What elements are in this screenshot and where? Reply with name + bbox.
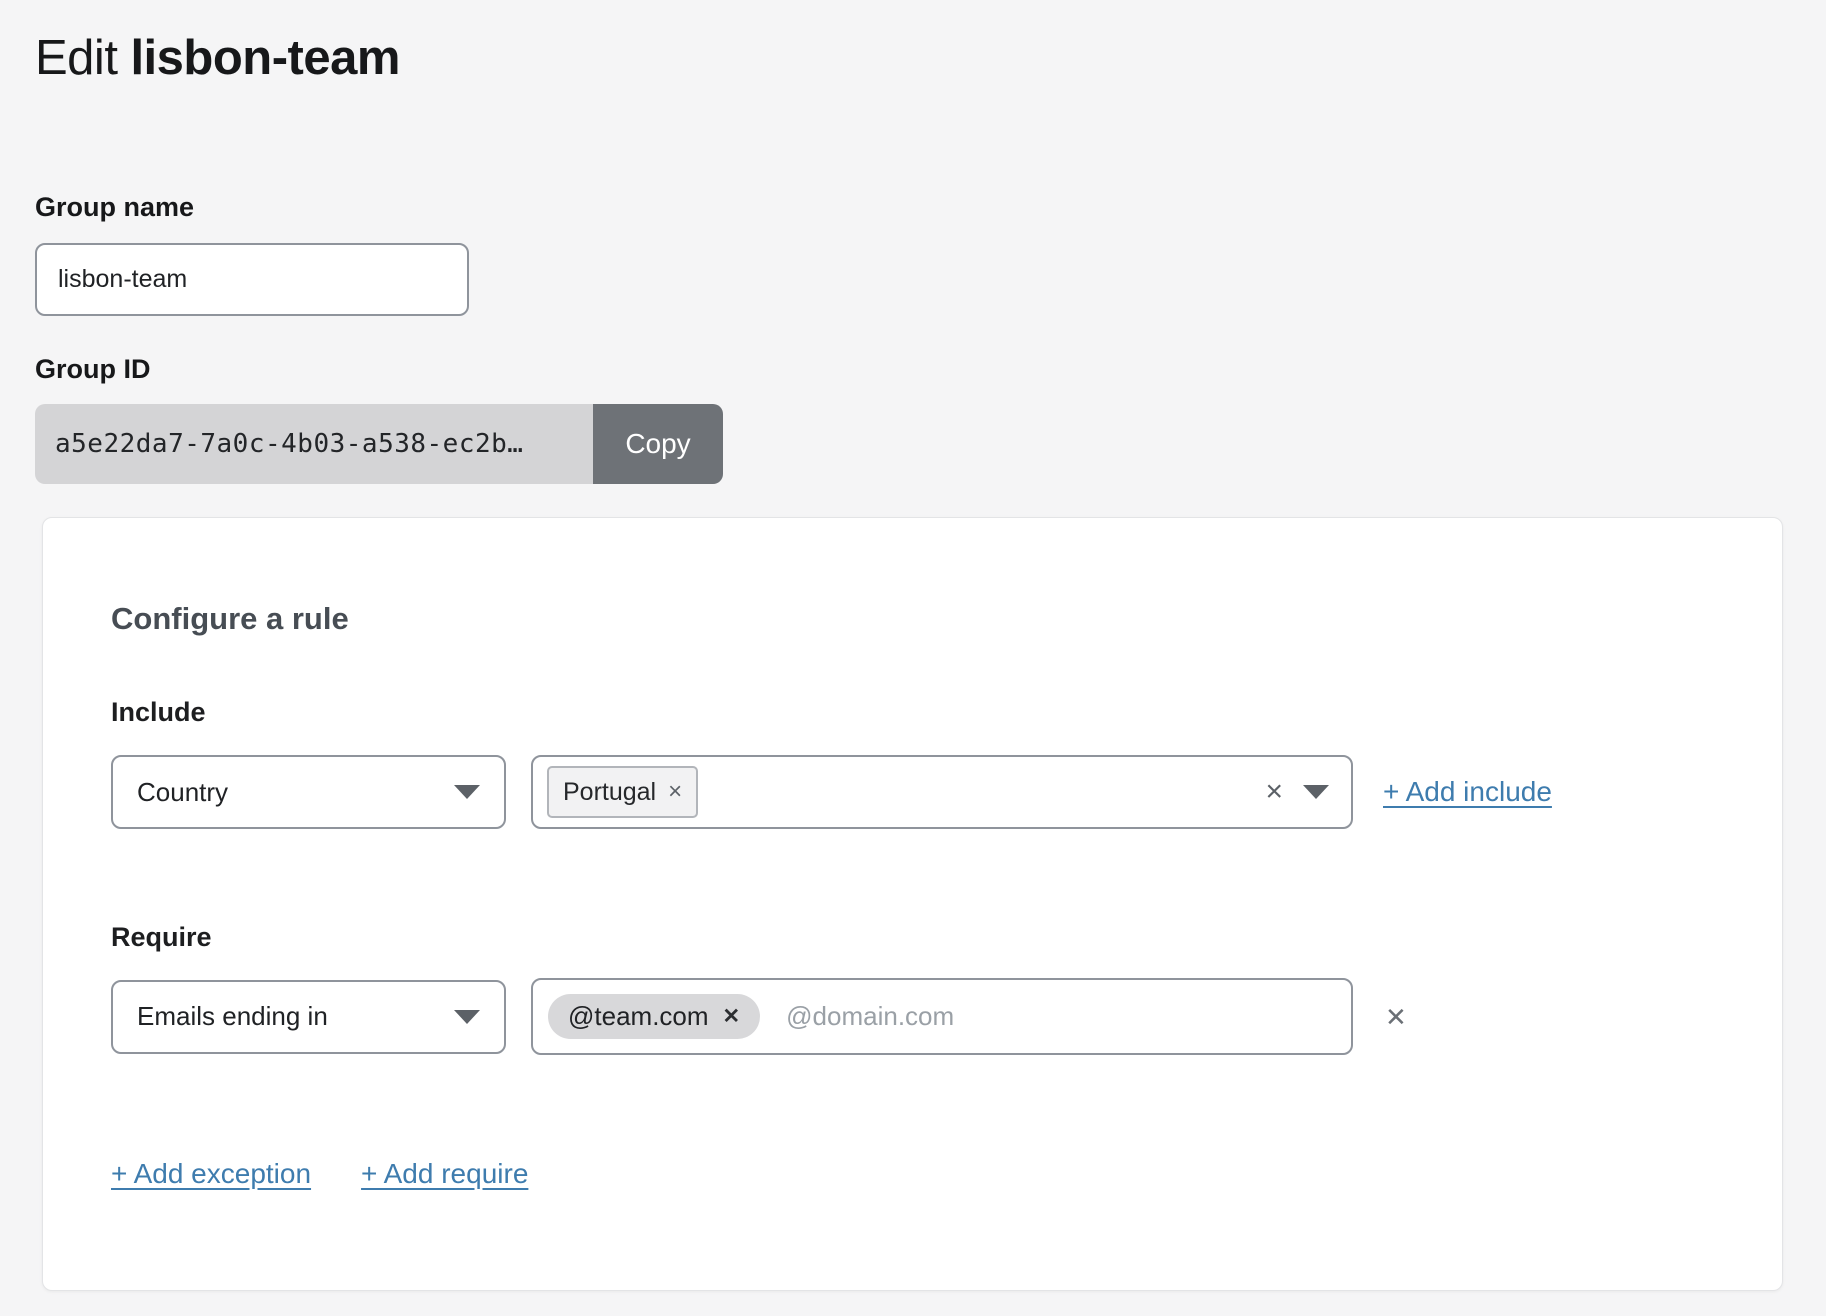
require-row-remove-icon[interactable]: ✕ bbox=[1385, 1004, 1407, 1030]
country-tag-remove-icon[interactable]: × bbox=[668, 780, 682, 804]
group-name-input[interactable] bbox=[35, 243, 469, 316]
email-tag-remove-icon[interactable]: ✕ bbox=[723, 1006, 741, 1027]
include-selector-value: Country bbox=[137, 777, 228, 808]
include-value-multiselect[interactable]: Portugal × × bbox=[531, 755, 1353, 829]
rule-card-title: Configure a rule bbox=[111, 600, 1782, 637]
group-id-label: Group ID bbox=[35, 354, 1791, 385]
page-title-group-name: lisbon-team bbox=[130, 31, 399, 85]
edit-group-page: Editlisbon-team Group name Group ID a5e2… bbox=[0, 0, 1826, 1291]
group-id-row: a5e22da7-7a0c-4b03-a538-ec2b… Copy bbox=[35, 404, 723, 484]
require-selector-dropdown[interactable]: Emails ending in bbox=[111, 980, 506, 1054]
country-tag-label: Portugal bbox=[563, 778, 656, 807]
require-rule-row: Emails ending in @team.com ✕ ✕ bbox=[111, 978, 1782, 1055]
email-input[interactable] bbox=[784, 1000, 1331, 1033]
chevron-down-icon bbox=[454, 785, 480, 799]
group-id-value: a5e22da7-7a0c-4b03-a538-ec2b… bbox=[35, 404, 593, 484]
add-exception-link[interactable]: + Add exception bbox=[111, 1157, 311, 1191]
include-selector-dropdown[interactable]: Country bbox=[111, 755, 506, 829]
chevron-down-icon bbox=[454, 1010, 480, 1024]
require-selector-value: Emails ending in bbox=[137, 1001, 328, 1032]
rule-links-row: + Add exception + Add require bbox=[111, 1157, 1782, 1191]
require-section-label: Require bbox=[111, 922, 1782, 953]
email-tag: @team.com ✕ bbox=[548, 994, 760, 1039]
copy-button[interactable]: Copy bbox=[593, 404, 723, 484]
page-title-prefix: Edit bbox=[35, 31, 117, 85]
rule-card: Configure a rule Include Country Portuga… bbox=[42, 517, 1783, 1291]
require-email-input-container[interactable]: @team.com ✕ bbox=[531, 978, 1353, 1055]
chevron-down-icon[interactable] bbox=[1303, 785, 1329, 799]
page-title: Editlisbon-team bbox=[35, 30, 1791, 86]
add-include-link[interactable]: + Add include bbox=[1383, 776, 1552, 807]
include-section-label: Include bbox=[111, 697, 1782, 728]
add-require-link[interactable]: + Add require bbox=[361, 1157, 528, 1191]
country-tag: Portugal × bbox=[547, 766, 698, 818]
include-rule-row: Country Portugal × × + Add include bbox=[111, 755, 1782, 829]
email-tag-label: @team.com bbox=[568, 1001, 709, 1032]
multiselect-clear-icon[interactable]: × bbox=[1265, 777, 1283, 807]
group-name-label: Group name bbox=[35, 192, 1791, 223]
